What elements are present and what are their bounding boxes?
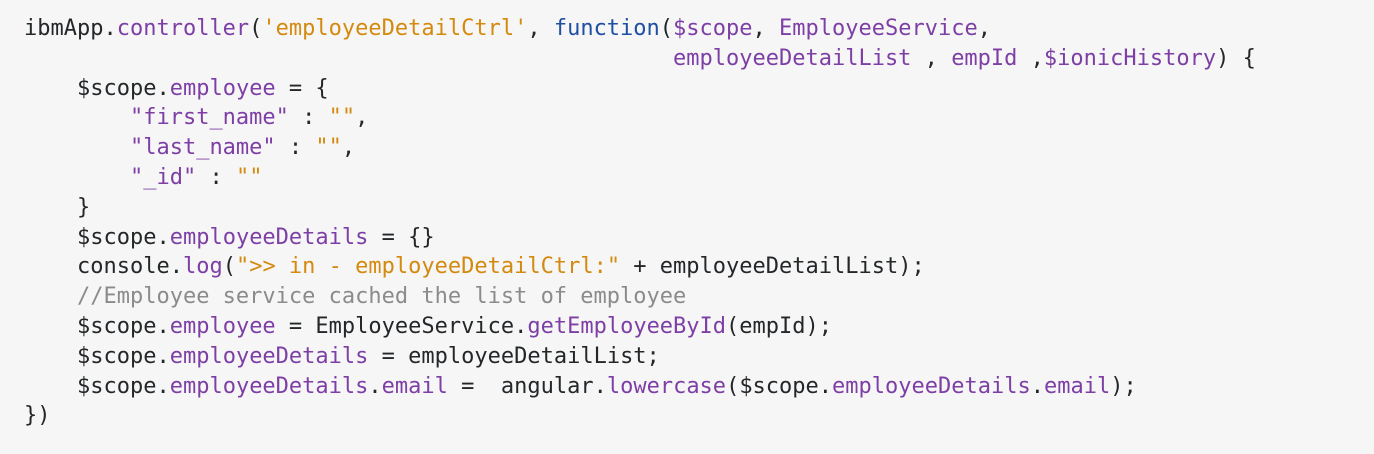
code-token: }): [24, 403, 51, 429]
code-token: $scope: [76, 224, 157, 250]
code-line: $scope.employee = {: [24, 74, 1374, 104]
code-token: :: [275, 135, 316, 161]
code-token: = employeeDetailList;: [368, 343, 660, 369]
code-line: employeeDetailList , empId ,$ionicHistor…: [24, 44, 1374, 74]
code-token: email: [381, 373, 448, 399]
code-token: $scope: [739, 373, 819, 399]
code-line: $scope.employeeDetails = employeeDetailL…: [24, 342, 1374, 372]
code-token: EmployeeService: [779, 16, 978, 41]
code-token: employee: [169, 75, 276, 101]
code-token: (: [726, 373, 740, 399]
code-line: $scope.employeeDetails.email = angular.l…: [24, 372, 1374, 402]
code-line: //Employee service cached the list of em…: [24, 282, 1374, 312]
code-token: log: [182, 254, 223, 280]
code-token: function: [553, 16, 660, 41]
code-token: ,: [911, 45, 952, 71]
code-token: ,: [977, 16, 991, 41]
code-token: .: [156, 343, 170, 369]
code-line: console.log(">> in - employeeDetailCtrl:…: [24, 252, 1374, 282]
code-token: .: [818, 373, 833, 399]
code-token: .: [156, 373, 170, 399]
code-token: $scope: [673, 16, 753, 41]
code-line: }): [24, 401, 1374, 431]
code-token: :: [196, 164, 236, 190]
code-token: (: [659, 16, 674, 41]
code-token: ,: [341, 135, 356, 161]
code-token: );: [1110, 373, 1137, 399]
code-line: }: [24, 193, 1374, 223]
code-token: employeeDetails: [169, 373, 369, 399]
code-token: employeeDetails: [169, 224, 369, 250]
code-line: "first_name" : "",: [24, 103, 1374, 133]
code-token: $ionicHistory: [1043, 45, 1217, 71]
code-token: = {}: [368, 224, 435, 250]
code-token: = EmployeeService.: [275, 313, 528, 339]
code-token: .: [1030, 373, 1044, 399]
code-token: (empId);: [726, 313, 833, 339]
code-token: email: [1043, 373, 1111, 399]
code-block: ibmApp.controller('employeeDetailCtrl', …: [0, 0, 1374, 454]
code-token: ">> in - employeeDetailCtrl:": [235, 254, 621, 280]
code-token: employeeDetails: [169, 343, 369, 369]
code-token: ,: [355, 105, 369, 131]
code-token: "_id": [129, 164, 197, 190]
code-line: "last_name" : "",: [24, 133, 1374, 163]
code-token: //Employee service cached the list of em…: [76, 284, 687, 310]
code-token: controller: [116, 16, 250, 41]
code-token: ) {: [1216, 45, 1256, 71]
code-token: ibmApp.: [24, 16, 117, 41]
code-token: .: [368, 373, 382, 399]
code-token: }: [24, 194, 91, 220]
code-token: ,: [752, 16, 780, 41]
code-line: $scope.employeeDetails = {}: [24, 223, 1374, 253]
code-token: "": [315, 135, 342, 161]
code-token: employeeDetails: [832, 373, 1031, 399]
code-token: $scope: [76, 373, 157, 399]
code-token: empId: [951, 45, 1018, 71]
code-token: "last_name": [129, 135, 276, 161]
code-token: $scope: [76, 313, 157, 339]
code-token: "": [235, 164, 263, 190]
code-token: = angular.: [447, 373, 607, 399]
code-token: $scope: [76, 343, 157, 369]
code-token: console.: [24, 254, 183, 280]
code-token: ,: [1017, 45, 1044, 71]
code-token: ,: [527, 16, 554, 41]
code-token: $scope: [76, 75, 157, 101]
code-token: getEmployeeById: [527, 313, 727, 339]
code-token: :: [288, 105, 329, 131]
code-token: .: [156, 224, 170, 250]
code-token: + employeeDetailList);: [620, 254, 925, 280]
code-token: "": [328, 105, 356, 131]
code-token: (: [222, 254, 236, 280]
code-token: lowercase: [606, 373, 727, 399]
code-token: .: [156, 75, 170, 101]
code-token: (: [249, 16, 263, 41]
code-line: $scope.employee = EmployeeService.getEmp…: [24, 312, 1374, 342]
code-line: "_id" : "": [24, 163, 1374, 193]
code-token: "first_name": [129, 105, 289, 131]
code-token: employee: [169, 313, 276, 339]
code-token: .: [156, 313, 170, 339]
code-token: = {: [275, 75, 329, 101]
code-token: 'employeeDetailCtrl': [262, 16, 528, 41]
code-token: employeeDetailList: [673, 45, 912, 71]
code-line: ibmApp.controller('employeeDetailCtrl', …: [24, 14, 1374, 44]
